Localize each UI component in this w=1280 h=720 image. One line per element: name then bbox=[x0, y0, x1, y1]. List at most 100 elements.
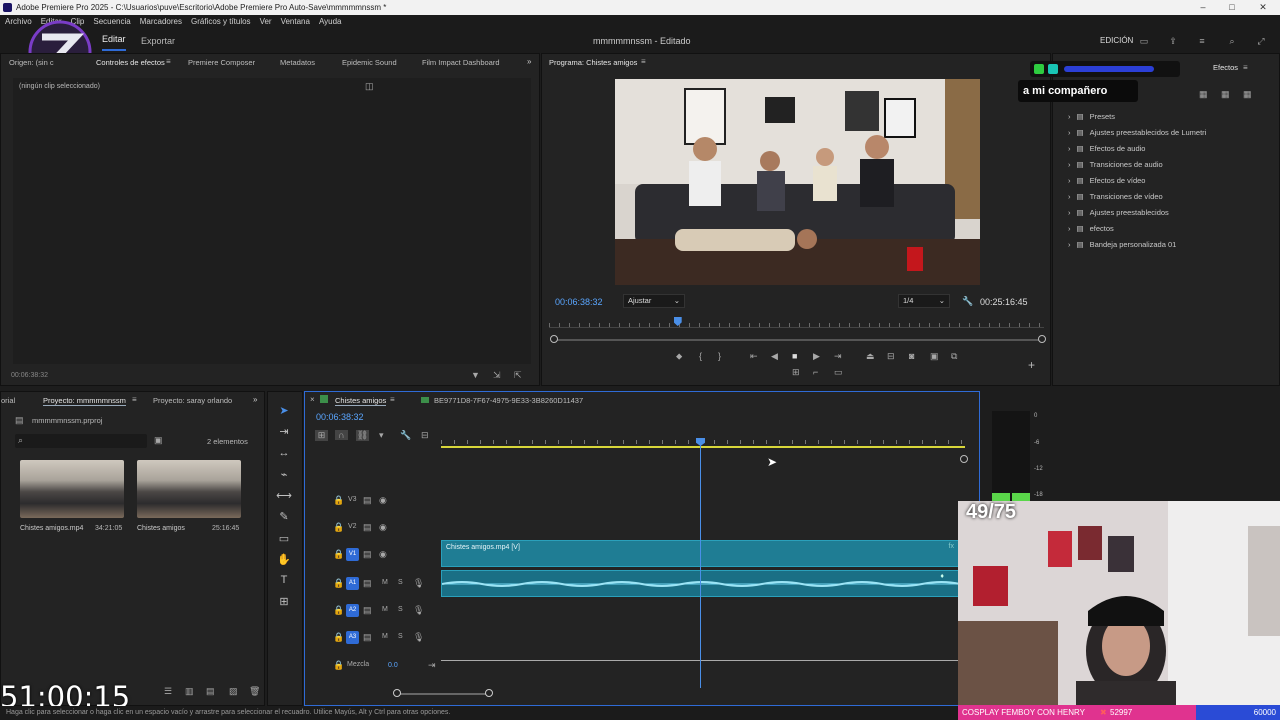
tab-origen[interactable]: Origen: (sin c bbox=[9, 58, 54, 67]
lock-icon[interactable]: 🔒 bbox=[333, 522, 344, 533]
project-thumbnail[interactable] bbox=[137, 460, 241, 518]
go-to-in-icon[interactable]: ⇤ bbox=[750, 351, 758, 362]
scroll-handle-left[interactable] bbox=[393, 689, 401, 697]
lock-icon[interactable]: 🔒 bbox=[333, 660, 344, 671]
type-tool-icon[interactable]: T bbox=[275, 574, 293, 586]
microphone-icon[interactable]: 🎙 bbox=[413, 605, 424, 616]
bin-icon[interactable]: ▣ bbox=[154, 435, 163, 446]
program-playhead[interactable] bbox=[673, 317, 682, 326]
more-tabs-icon[interactable]: » bbox=[527, 57, 531, 66]
menu-secuencia[interactable]: Secuencia bbox=[93, 17, 130, 26]
microphone-icon[interactable]: 🎙 bbox=[413, 578, 424, 589]
track-target-a3[interactable]: A3 bbox=[346, 631, 359, 644]
effects-folder-custom-bin[interactable]: › ▤ Bandeja personalizada 01 bbox=[1068, 237, 1176, 253]
ripple-edit-icon[interactable]: ↔ bbox=[275, 447, 293, 459]
project-thumbnail[interactable] bbox=[20, 460, 124, 518]
trim-icon[interactable]: ⌐ bbox=[813, 367, 818, 377]
project-menu-icon[interactable]: ≡ bbox=[132, 395, 137, 404]
tab-film-impact[interactable]: Film Impact Dashboard bbox=[422, 58, 500, 67]
accelerated-effects-icon[interactable]: ▦ bbox=[1221, 89, 1230, 100]
extract-icon[interactable]: ⊟ bbox=[887, 351, 895, 362]
program-menu-icon[interactable]: ≡ bbox=[641, 57, 646, 66]
share-icon[interactable]: ⇪ bbox=[1167, 29, 1179, 53]
menu-ver[interactable]: Ver bbox=[260, 17, 272, 26]
list-view-icon[interactable]: ☰ bbox=[164, 686, 172, 697]
eye-icon[interactable]: ◉ bbox=[379, 495, 387, 506]
tab-efectos[interactable]: Efectos bbox=[1213, 63, 1238, 72]
menu-ventana[interactable]: Ventana bbox=[281, 17, 310, 26]
tab-metadatos[interactable]: Metadatos bbox=[280, 58, 315, 67]
workspace-icon[interactable]: ▭ bbox=[1138, 29, 1150, 53]
multicam-icon[interactable]: ⧉ bbox=[951, 351, 957, 362]
close-tab-icon[interactable]: × bbox=[310, 395, 315, 404]
vr-icon[interactable]: ⊞ bbox=[792, 367, 800, 378]
export-frame-icon[interactable]: ⇲ bbox=[493, 370, 501, 381]
compare-icon[interactable]: ▣ bbox=[930, 351, 939, 362]
tab-sequence-2[interactable]: BE9771D8-7F67-4975-9E33-3B8260D11437 bbox=[434, 396, 583, 405]
zoom-dropdown[interactable]: Ajustar ⌄ bbox=[623, 294, 685, 308]
sync-icon[interactable]: ▤ bbox=[363, 578, 372, 589]
mute-icon[interactable]: M bbox=[382, 606, 388, 613]
sync-icon[interactable]: ▤ bbox=[363, 495, 372, 506]
track-select-icon[interactable]: ⇥ bbox=[275, 425, 293, 438]
workspace-label[interactable]: EDICIÓN bbox=[1100, 29, 1133, 53]
effects-folder-video-effects[interactable]: › ▤ Efectos de vídeo bbox=[1068, 173, 1145, 189]
vertical-scroll-handle[interactable] bbox=[960, 455, 968, 463]
mark-out-icon[interactable]: } bbox=[718, 351, 721, 361]
mute-icon[interactable]: M bbox=[382, 633, 388, 640]
sequence-menu-icon[interactable]: ≡ bbox=[390, 395, 395, 404]
new-folder-icon[interactable]: ▤ bbox=[206, 686, 215, 697]
tab-epidemic-sound[interactable]: Epidemic Sound bbox=[342, 58, 397, 67]
solo-icon[interactable]: S bbox=[398, 633, 403, 640]
captions-icon[interactable]: ⊟ bbox=[421, 430, 429, 441]
microphone-icon[interactable]: 🎙 bbox=[413, 632, 424, 643]
panel-toggle-icon[interactable]: ◫ bbox=[365, 81, 374, 92]
safe-margins-icon[interactable]: ▭ bbox=[834, 367, 843, 378]
lift-icon[interactable]: ⏏ bbox=[866, 351, 875, 362]
solo-icon[interactable]: S bbox=[398, 579, 403, 586]
lock-icon[interactable]: 🔒 bbox=[333, 549, 344, 560]
search-icon[interactable]: ⌕ bbox=[1226, 29, 1238, 53]
zoom-scrollbar[interactable] bbox=[550, 335, 1046, 343]
tab-exportar[interactable]: Exportar bbox=[141, 29, 175, 53]
effects-menu-icon[interactable]: ≡ bbox=[1243, 63, 1248, 72]
lock-icon[interactable]: 🔒 bbox=[333, 605, 344, 616]
solo-icon[interactable]: S bbox=[398, 606, 403, 613]
effects-folder-lumetri[interactable]: › ▤ Ajustes preestablecidos de Lumetri bbox=[1068, 125, 1206, 141]
tab-sequence[interactable]: Chistes amigos bbox=[335, 396, 387, 406]
add-marker-icon[interactable]: ▾ bbox=[379, 430, 384, 441]
scroll-handle-right[interactable] bbox=[1038, 335, 1046, 343]
mute-icon[interactable]: M bbox=[382, 579, 388, 586]
linked-selection-icon[interactable]: ⛓ bbox=[356, 430, 369, 441]
step-back-icon[interactable]: ◀ bbox=[771, 351, 778, 362]
scroll-handle-left[interactable] bbox=[550, 335, 558, 343]
marker-icon[interactable]: ⬥ bbox=[676, 351, 682, 362]
eye-icon[interactable]: ◉ bbox=[379, 522, 387, 533]
tab-project-saray[interactable]: Proyecto: saray orlando bbox=[153, 396, 232, 405]
program-ruler[interactable] bbox=[549, 316, 1044, 328]
panel-menu-icon[interactable]: ≡ bbox=[166, 57, 171, 66]
mark-in-icon[interactable]: { bbox=[699, 351, 702, 361]
effects-folder-audio-effects[interactable]: › ▤ Efectos de audio bbox=[1068, 141, 1145, 157]
track-target-a1[interactable]: A1 bbox=[346, 577, 359, 590]
menu-graficos[interactable]: Gráficos y títulos bbox=[191, 17, 251, 26]
effects-folder-presets[interactable]: › ▤ Presets bbox=[1068, 109, 1115, 125]
fullscreen-icon[interactable]: ⤢ bbox=[1255, 29, 1267, 53]
wrench-icon[interactable]: 🔧 bbox=[962, 296, 973, 307]
list-icon[interactable]: ≡ bbox=[1196, 29, 1208, 53]
hand-icon[interactable]: ✋ bbox=[275, 553, 293, 566]
timeline-timecode[interactable]: 00:06:38:32 bbox=[316, 412, 364, 422]
sync-icon[interactable]: ▤ bbox=[363, 549, 372, 560]
remix-icon[interactable]: ⊞ bbox=[275, 595, 293, 608]
stop-icon[interactable]: ■ bbox=[792, 351, 797, 361]
razor-icon[interactable]: ⌁ bbox=[275, 468, 293, 481]
track-target-v1[interactable]: V1 bbox=[346, 548, 359, 561]
program-timecode[interactable]: 00:06:38:32 bbox=[555, 297, 603, 307]
timeline-settings-icon[interactable]: 🔧 bbox=[400, 430, 411, 441]
effects-folder-video-transitions[interactable]: › ▤ Transiciones de vídeo bbox=[1068, 189, 1163, 205]
go-to-out-icon[interactable]: ⇥ bbox=[834, 351, 842, 362]
lock-icon[interactable]: 🔒 bbox=[333, 495, 344, 506]
add-button-icon[interactable]: + bbox=[1028, 358, 1035, 372]
trash-icon[interactable]: 🗑 bbox=[249, 686, 260, 697]
tab-project-main[interactable]: Proyecto: mmmmmnssm bbox=[43, 396, 126, 406]
